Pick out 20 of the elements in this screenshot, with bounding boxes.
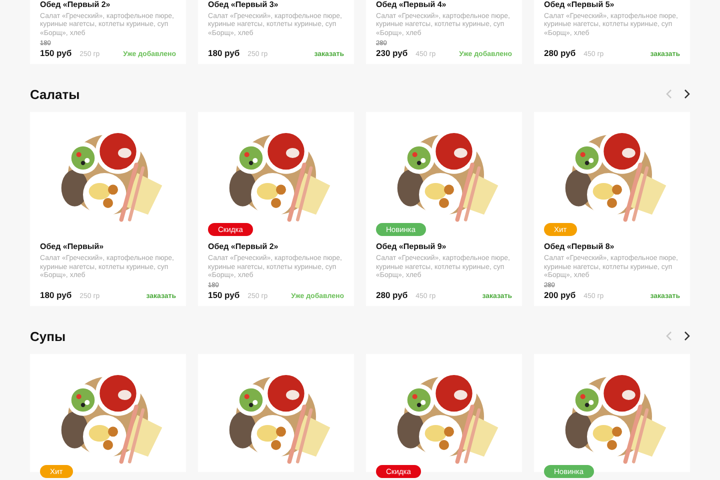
- product-name: Обед «Первый 3»: [208, 0, 280, 9]
- price: 150 руб: [208, 290, 240, 300]
- section-title: Салаты: [30, 86, 80, 102]
- chevron-right-icon[interactable]: [684, 89, 690, 100]
- price: 280 руб: [544, 48, 576, 58]
- price: 280 руб: [376, 290, 408, 300]
- product-name: Обед «Первый»: [40, 242, 105, 252]
- product-name: Обед «Первый 4»: [376, 0, 448, 9]
- product-name: Обед «Первый 2»: [40, 0, 112, 9]
- product-name: Обед «Первый 9»: [376, 242, 448, 252]
- product-name: Обед «Первый 2»: [208, 242, 280, 252]
- price: 180 руб: [208, 48, 240, 58]
- product-name: Обед «Первый 5»: [544, 0, 616, 9]
- price: 200 руб: [544, 290, 576, 300]
- chevron-right-icon[interactable]: [684, 331, 690, 342]
- price: 180 руб: [40, 290, 72, 300]
- section-title: Супы: [30, 328, 66, 344]
- price: 150 руб: [40, 48, 72, 58]
- price: 230 руб: [376, 48, 408, 58]
- product-name: Обед «Первый 8»: [544, 242, 616, 252]
